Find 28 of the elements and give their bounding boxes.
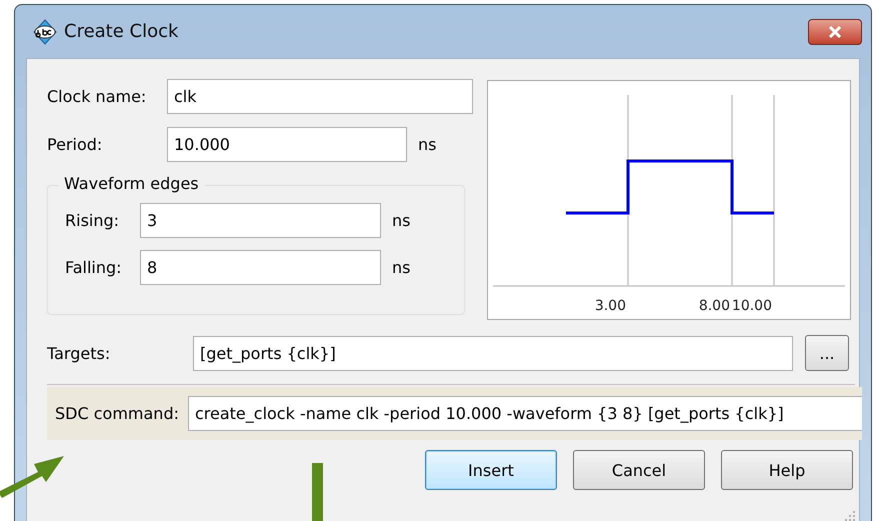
close-button[interactable] [808, 18, 862, 44]
close-icon [827, 26, 843, 38]
browse-button[interactable]: ... [805, 335, 849, 371]
field-label: Rising: [65, 211, 120, 230]
tick-label: 10.00 [732, 298, 772, 314]
resize-grip-icon [845, 511, 855, 521]
tick-label: 3.00 [594, 298, 626, 314]
field-label: Targets: [47, 344, 112, 362]
group-title: Waveform edges [58, 174, 205, 193]
field-label: Falling: [65, 258, 123, 277]
dialog-button[interactable]: Insert [425, 450, 557, 490]
edge-field[interactable]: 8 [140, 250, 381, 285]
field-label: Clock name: [47, 86, 148, 106]
unit-label: ns [418, 134, 436, 154]
sdc-command-field[interactable]: create_clock -name clk -period 10.000 -waveform {3 8} [get_ports {clk}] [188, 396, 862, 431]
clock-name-field[interactable]: clk [167, 78, 473, 114]
field-label: SDC command: [55, 404, 179, 423]
targets-field[interactable]: [get_ports {clk}] [193, 336, 793, 370]
abc-icon [32, 18, 58, 44]
edge-field[interactable]: 3 [140, 203, 381, 238]
window-title: Create Clock [64, 21, 180, 42]
tick-label: 8.00 [698, 298, 730, 314]
field-label: Period: [47, 134, 104, 154]
dialog-button[interactable]: Help [721, 450, 853, 490]
unit-label: ns [392, 258, 410, 277]
period-field[interactable]: 10.000 [167, 126, 407, 162]
dialog-button[interactable]: Cancel [573, 450, 705, 490]
unit-label: ns [392, 211, 410, 230]
